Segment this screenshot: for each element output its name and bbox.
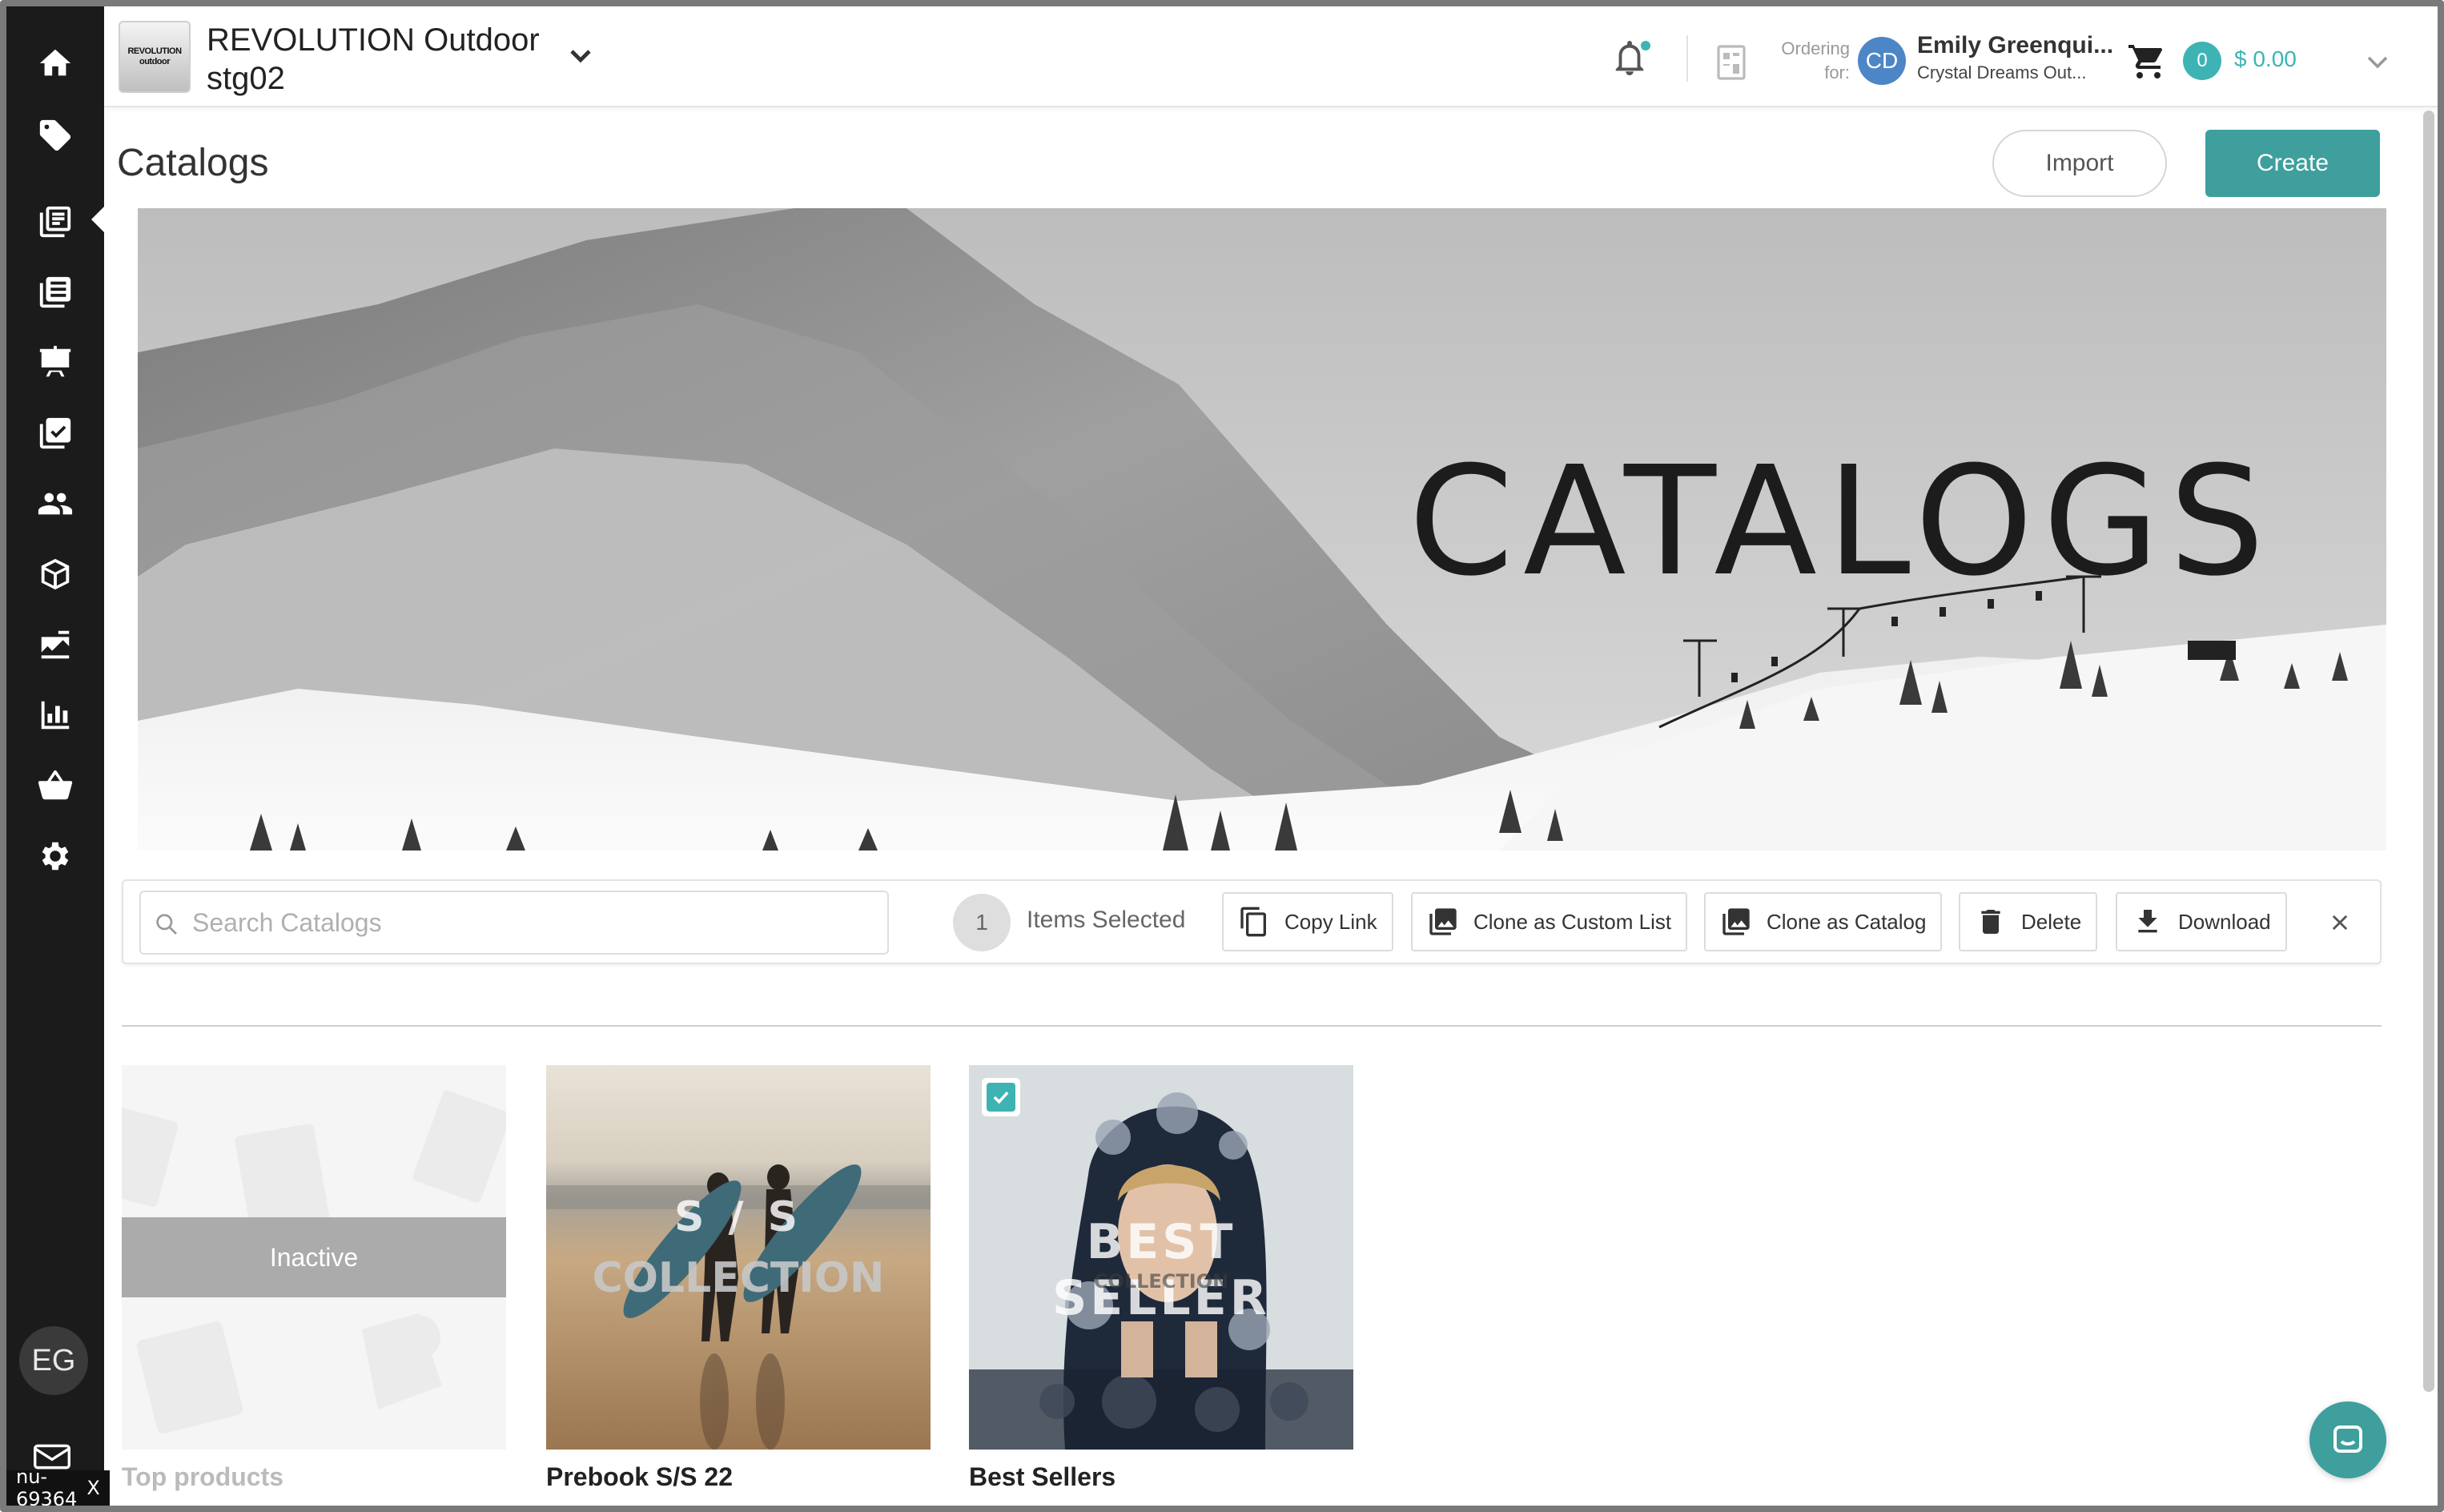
inactive-status-bar: Inactive (122, 1217, 506, 1297)
import-button[interactable]: Import (1992, 130, 2167, 197)
catalog-card[interactable]: BEST SELLER COLLECTION Best Sellers (969, 1065, 1353, 1492)
clone-custom-list-label: Clone as Custom List (1473, 909, 1672, 934)
settings-icon (42, 842, 69, 871)
selected-count-badge: 1 (953, 894, 1011, 951)
catalog-card-placeholder-image: Inactive (122, 1065, 506, 1450)
search-icon (156, 914, 177, 935)
image-stack-icon (1722, 908, 1750, 935)
sidebar-item-orders[interactable] (6, 261, 104, 324)
catalog-card-image: BEST SELLER COLLECTION (969, 1065, 1353, 1450)
selected-label: Items Selected (1027, 907, 1186, 933)
clone-custom-list-button[interactable]: Clone as Custom List (1411, 892, 1688, 951)
search-input[interactable] (192, 892, 881, 953)
catalog-card-image: S / S COLLECTION (546, 1065, 931, 1450)
sidebar-item-customers[interactable] (6, 472, 104, 535)
brand-logo-line1: REVOLUTION (127, 46, 182, 56)
scan-icon[interactable] (1717, 45, 1749, 80)
checkbox-checked (987, 1083, 1015, 1112)
search-box[interactable] (139, 891, 889, 955)
environment-tag-label: nu-69364 (16, 1466, 78, 1510)
campaigns-icon (41, 630, 70, 659)
catalog-card-title[interactable]: Top products (122, 1462, 506, 1492)
environment-tag: nu-69364 X (6, 1466, 110, 1506)
sidebar-item-reports[interactable] (6, 684, 104, 746)
chevron-down-icon[interactable] (2366, 54, 2390, 70)
ordering-label-line1: Ordering (1781, 38, 1850, 58)
overlay-text-line2: COLLECTION (1093, 1270, 1229, 1293)
brand-logo-line2: outdoor (139, 57, 171, 66)
catalog-card-title[interactable]: Best Sellers (969, 1462, 1353, 1492)
customer-name[interactable]: Emily Greenqui... (1917, 32, 2113, 59)
cart-icon[interactable] (2127, 42, 2169, 80)
checklist-icon (39, 417, 71, 449)
sidebar-item-home[interactable] (6, 32, 104, 94)
download-label: Download (2178, 909, 2271, 934)
ordering-label-line2: for: (1824, 62, 1850, 82)
copy-icon (1240, 907, 1266, 937)
create-button[interactable]: Create (2205, 130, 2380, 197)
cart-total[interactable]: $ 0.00 (2234, 46, 2297, 72)
page-scrollbar[interactable] (2423, 111, 2434, 1392)
catalog-card[interactable]: S / S COLLECTION Prebook S/S 22 (546, 1065, 931, 1492)
sidebar-item-presentations[interactable] (6, 332, 104, 394)
trash-icon (1981, 910, 2000, 934)
brand-environment[interactable]: stg02 (207, 59, 285, 98)
section-divider (122, 1025, 2382, 1027)
overlay-text-line1: S / S (673, 1193, 803, 1241)
chat-launcher-button[interactable] (2309, 1401, 2386, 1478)
basket-icon (38, 770, 73, 800)
copy-link-label: Copy Link (1284, 909, 1377, 934)
sidebar-item-basket[interactable] (6, 754, 104, 817)
chat-icon (2333, 1426, 2362, 1453)
download-button[interactable]: Download (2116, 892, 2287, 951)
clear-selection-button[interactable] (2322, 905, 2358, 940)
presentation-icon (39, 345, 71, 377)
sidebar-item-checklists[interactable] (6, 402, 104, 464)
chevron-down-icon[interactable] (569, 46, 593, 66)
orders-icon (39, 276, 71, 308)
download-icon (2138, 910, 2157, 933)
catalog-card-title[interactable]: Prebook S/S 22 (546, 1462, 931, 1492)
delete-button[interactable]: Delete (1959, 892, 2098, 951)
user-avatar[interactable]: EG (19, 1326, 88, 1395)
clone-catalog-label: Clone as Catalog (1767, 909, 1927, 934)
sidebar-item-products[interactable] (6, 543, 104, 605)
customer-company[interactable]: Crystal Dreams Out... (1917, 62, 2086, 83)
cart-count-badge[interactable]: 0 (2183, 42, 2221, 80)
copy-link-button[interactable]: Copy Link (1222, 892, 1393, 951)
ordering-for-label: Ordering for: (1770, 37, 1850, 85)
page-title: Catalogs (117, 142, 269, 184)
sidebar-item-tags[interactable] (6, 104, 104, 167)
products-icon (41, 558, 70, 590)
image-stack-icon (1429, 908, 1457, 935)
header-divider (1686, 35, 1688, 82)
hero-title: CATALOGS (1408, 434, 2274, 609)
brand-logo[interactable]: REVOLUTION outdoor (119, 21, 191, 93)
brand-name[interactable]: REVOLUTION Outdoor (207, 21, 540, 59)
home-icon (39, 49, 71, 76)
catalogs-icon (39, 206, 71, 238)
customers-icon (38, 493, 73, 515)
delete-label: Delete (2021, 909, 2082, 934)
clone-catalog-button[interactable]: Clone as Catalog (1704, 892, 1943, 951)
sidebar-item-settings[interactable] (6, 825, 104, 887)
tag-icon (39, 119, 71, 151)
sidebar-item-catalogs[interactable] (6, 191, 104, 253)
sidebar-item-campaigns[interactable] (6, 613, 104, 676)
catalog-toolbar: 1 Items Selected Copy Link Clone as Cust… (122, 879, 2382, 964)
top-header: REVOLUTION outdoor REVOLUTION Outdoor st… (104, 6, 2438, 107)
close-icon (2332, 915, 2348, 931)
environment-tag-close[interactable]: X (86, 1477, 99, 1499)
active-indicator (91, 207, 104, 232)
check-icon (993, 1091, 1009, 1104)
hero-banner: CATALOGS (138, 208, 2386, 850)
app-window: EG nu-69364 X REVOLUTION outdoor REVOLUT… (0, 0, 2444, 1512)
selection-checkbox[interactable] (982, 1078, 1020, 1116)
overlay-text-line2: COLLECTION (592, 1254, 885, 1302)
sidebar: EG nu-69364 X (6, 6, 110, 1506)
reports-icon (41, 701, 70, 730)
catalog-card[interactable]: Inactive Top products (122, 1065, 506, 1492)
customer-avatar[interactable]: CD (1858, 37, 1906, 85)
notification-dot (1638, 38, 1653, 53)
